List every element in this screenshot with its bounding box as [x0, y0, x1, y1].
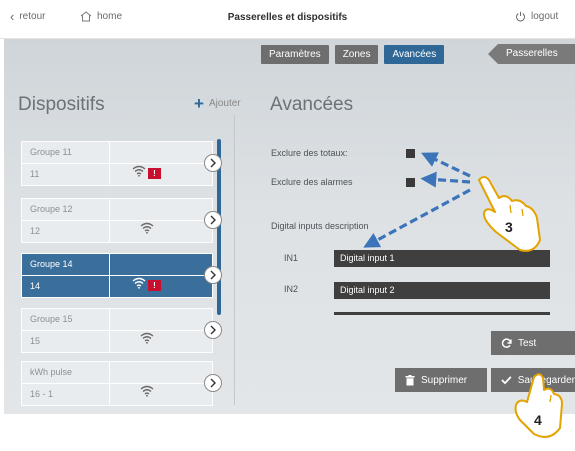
exclude-totals-label: Exclure des totaux:: [271, 148, 348, 158]
device-name: Groupe 14: [22, 254, 212, 276]
device-card[interactable]: Groupe 12 12: [21, 198, 222, 243]
wifi-icon: [140, 332, 154, 344]
test-label: Test: [518, 337, 537, 349]
wifi-icon: [132, 277, 146, 289]
add-label: Ajouter: [208, 98, 241, 109]
device-name: kWh pulse: [22, 362, 212, 384]
exclude-alarms-label: Exclure des alarmes: [271, 177, 353, 187]
devices-title: Dispositifs: [18, 94, 105, 115]
device-id: 14: [30, 281, 41, 291]
device-card-selected[interactable]: Groupe 14 14 !: [21, 253, 222, 298]
logout-button[interactable]: logout: [515, 11, 558, 22]
alert-badge: !: [148, 168, 161, 179]
alert-badge: !: [148, 280, 161, 291]
digital-input-2-field[interactable]: Digital input 2: [334, 282, 550, 299]
device-card[interactable]: Groupe 15 15: [21, 308, 222, 353]
checkmark-icon: [501, 376, 512, 385]
power-icon: [516, 11, 525, 22]
delete-label: Supprimer: [421, 374, 468, 386]
chevron-right-icon[interactable]: [204, 266, 222, 284]
page-title: Passerelles et dispositifs: [227, 12, 348, 23]
device-name: Groupe 12: [22, 199, 212, 221]
app-area: Paramètres Zones Avancées Passerelles Di…: [4, 39, 575, 414]
device-id: 15: [30, 336, 41, 346]
tab-passerelles[interactable]: Passerelles: [488, 44, 575, 64]
device-id: 16 - 1: [30, 389, 54, 399]
device-id: 12: [30, 226, 41, 236]
exclude-alarms-checkbox[interactable]: [406, 178, 415, 187]
exclude-totals-checkbox[interactable]: [406, 149, 415, 158]
chevron-right-icon[interactable]: [204, 374, 222, 392]
device-card[interactable]: kWh pulse 16 - 1: [21, 361, 222, 406]
trash-icon: [405, 374, 415, 385]
wifi-icon: [140, 385, 154, 397]
device-id: 11: [30, 169, 40, 179]
save-button[interactable]: Sauvegarder: [491, 368, 575, 392]
test-button[interactable]: Test: [491, 331, 575, 355]
input-label-in1: IN1: [284, 253, 299, 263]
chevron-right-icon[interactable]: [204, 211, 222, 229]
tab-avancees[interactable]: Avancées: [384, 45, 445, 64]
save-label: Sauvegarder: [517, 374, 575, 386]
wifi-icon: [140, 222, 154, 234]
tab-zones[interactable]: Zones: [334, 45, 379, 64]
delete-button[interactable]: Supprimer: [395, 368, 487, 392]
device-name: Groupe 11: [22, 142, 212, 164]
input-label-in2: IN2: [284, 284, 299, 294]
chevron-right-icon[interactable]: [204, 154, 222, 172]
device-card[interactable]: Groupe 11 11 !: [21, 141, 222, 186]
top-bar: ‹ retour home Passerelles et dispositifs…: [0, 0, 575, 39]
advanced-title: Avancées: [270, 94, 354, 115]
plus-icon: +: [194, 93, 204, 113]
add-device-button[interactable]: + Ajouter: [194, 93, 241, 113]
logout-label: logout: [531, 11, 559, 22]
tab-parametres[interactable]: Paramètres: [261, 45, 329, 64]
digital-input-1-field[interactable]: Digital input 1: [334, 250, 550, 267]
wifi-icon: [132, 165, 146, 177]
digital-input-3-field[interactable]: [334, 312, 550, 315]
tab-bar: Paramètres Zones Avancées: [261, 45, 445, 64]
panel-divider: [234, 115, 235, 405]
step-4-label: 4: [534, 412, 542, 428]
refresh-icon: [501, 337, 512, 348]
device-name: Groupe 15: [22, 309, 212, 331]
chevron-right-icon[interactable]: [204, 321, 222, 339]
digital-inputs-title: Digital inputs description: [271, 221, 369, 231]
